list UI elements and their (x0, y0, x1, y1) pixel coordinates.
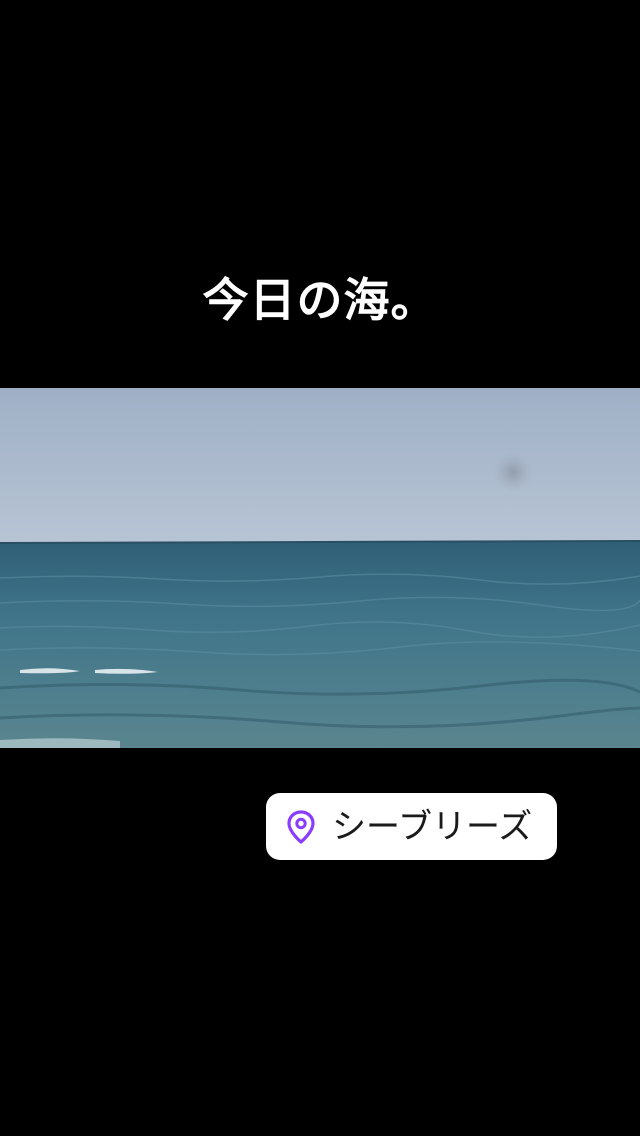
map-pin-icon (284, 809, 318, 844)
lens-spot (493, 452, 533, 492)
location-label: シーブリーズ (332, 806, 533, 847)
story-screen: 今日の海。 シーブリーズ (0, 0, 640, 1136)
sea-photo (0, 388, 640, 748)
sea (0, 540, 640, 748)
sky (0, 388, 640, 544)
story-caption: 今日の海。 (202, 273, 438, 327)
location-sticker[interactable]: シーブリーズ (266, 793, 557, 860)
